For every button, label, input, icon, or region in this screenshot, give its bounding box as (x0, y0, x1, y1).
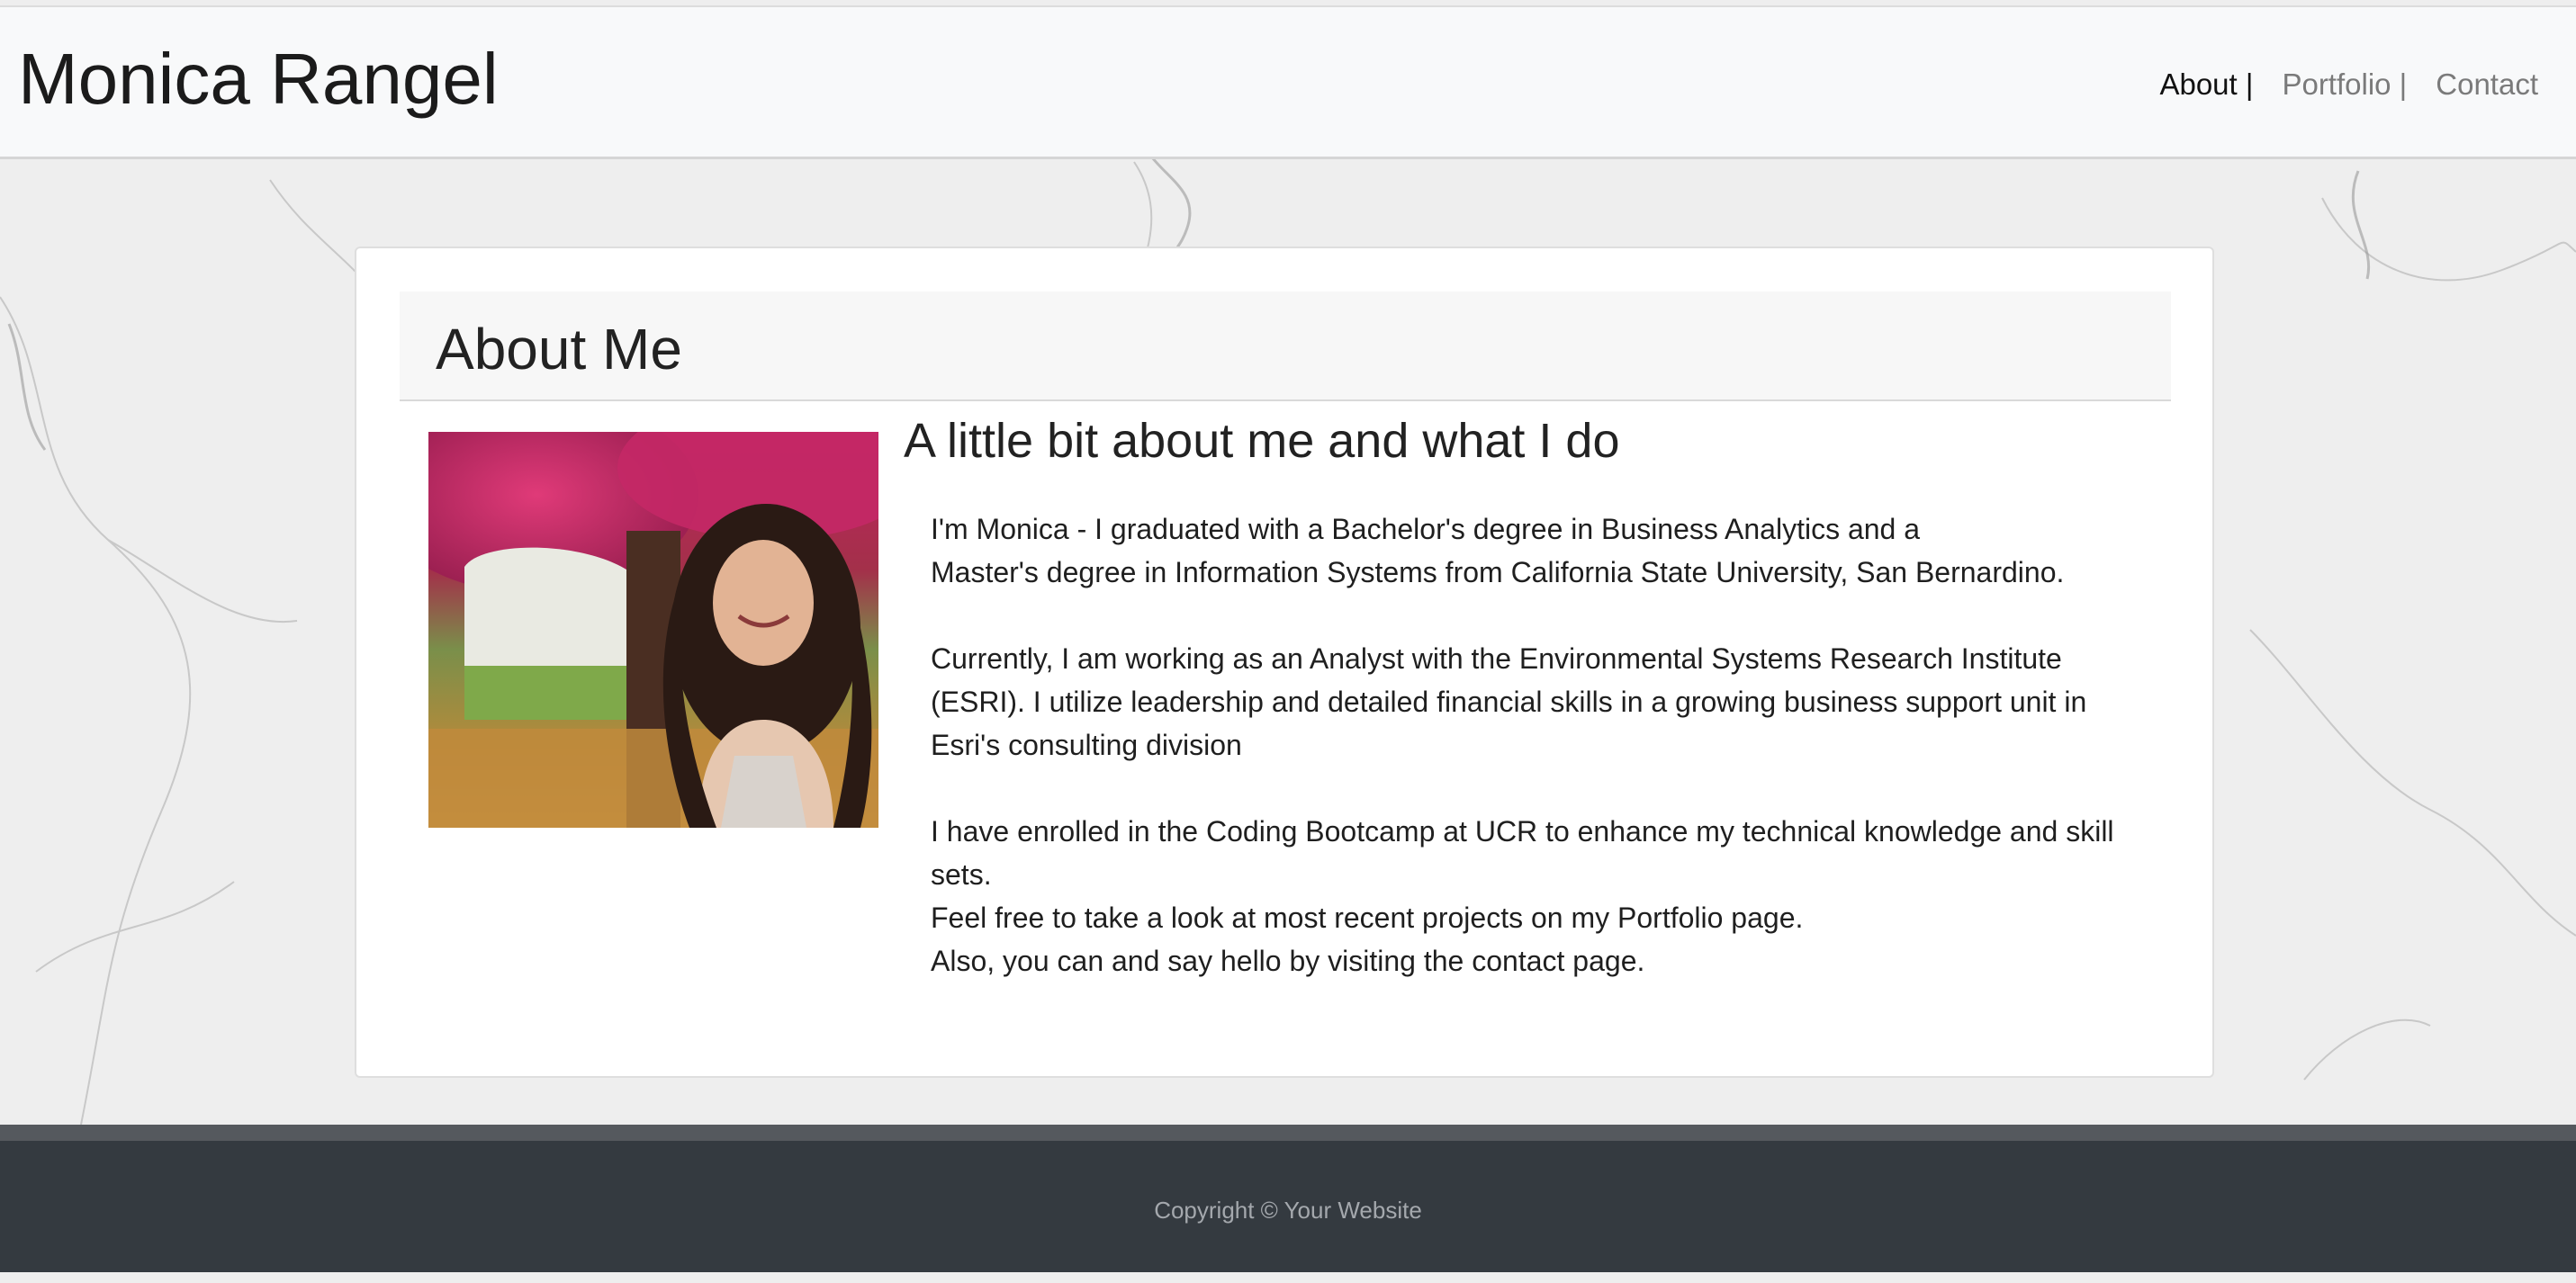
nav-portfolio-link[interactable]: Portfolio | (2282, 65, 2407, 104)
bio-text: I'm Monica - I graduated with a Bachelor… (931, 507, 2164, 982)
site-footer: Copyright © Your Website (0, 1125, 2576, 1272)
bio-paragraph-education: I'm Monica - I graduated with a Bachelor… (931, 513, 2065, 588)
page-title: About Me (436, 317, 682, 381)
section-subtitle: A little bit about me and what I do (904, 414, 1620, 468)
bio-paragraph-work: Currently, I am working as an Analyst wi… (931, 642, 2087, 761)
about-card: About Me A little bit about me and what … (355, 247, 2214, 1078)
top-navbar: Monica Rangel About | Portfolio | Contac… (0, 5, 2576, 159)
main-nav: About | Portfolio | Contact (2130, 65, 2538, 104)
profile-photo (428, 432, 878, 828)
bio-paragraph-bootcamp: I have enrolled in the Coding Bootcamp a… (931, 815, 2114, 977)
site-brand[interactable]: Monica Rangel (18, 34, 499, 124)
card-header: About Me (400, 292, 2171, 401)
portrait-image (428, 432, 878, 828)
copyright-text: Copyright © Your Website (1154, 1197, 1422, 1224)
nav-about-link[interactable]: About | (2159, 65, 2253, 104)
nav-contact-link[interactable]: Contact (2436, 65, 2538, 104)
